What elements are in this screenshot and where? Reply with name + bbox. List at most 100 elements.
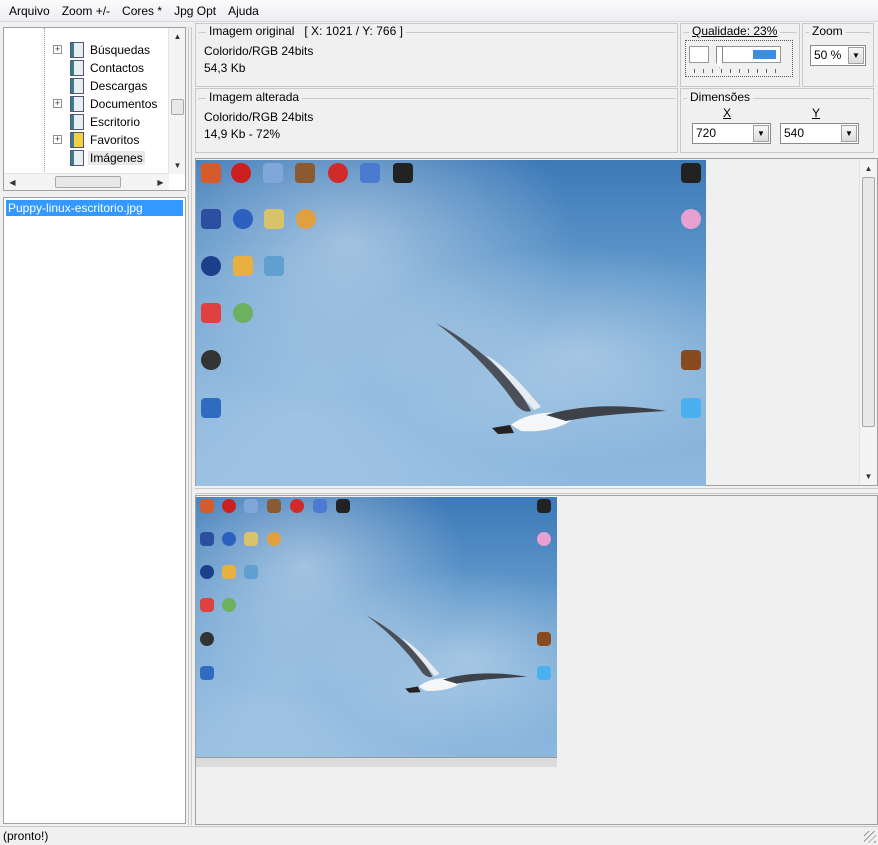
menu-ajuda[interactable]: Ajuda xyxy=(222,1,265,21)
tree-item-label: Favoritos xyxy=(90,133,140,147)
altered-image-legend: Imagem alterada xyxy=(206,90,303,104)
scroll-thumb[interactable] xyxy=(55,176,121,188)
dimension-x-select[interactable]: 720 ▼ xyxy=(692,123,771,144)
resize-grip-icon[interactable] xyxy=(864,831,876,843)
setup-icon xyxy=(328,163,348,183)
seagull-icon xyxy=(366,615,527,693)
edit-icon xyxy=(360,163,380,183)
browse-icon xyxy=(200,565,214,579)
slider-thumb[interactable] xyxy=(716,46,723,68)
package-icon xyxy=(537,632,551,646)
install-icon xyxy=(295,163,315,183)
horizontal-splitter[interactable] xyxy=(195,488,878,494)
chevron-down-icon[interactable]: ▼ xyxy=(753,125,769,142)
expand-icon[interactable]: + xyxy=(53,135,62,144)
scroll-down-icon[interactable]: ▼ xyxy=(860,468,877,485)
trash-icon xyxy=(681,398,701,418)
original-image-viewer[interactable]: ▲ ▼ xyxy=(195,158,878,486)
chevron-down-icon[interactable]: ▼ xyxy=(848,47,864,64)
folder-icon xyxy=(70,114,84,130)
folder-icon xyxy=(70,78,84,94)
menu-arquivo[interactable]: Arquivo xyxy=(3,1,56,21)
expand-icon[interactable]: + xyxy=(53,45,62,54)
tree-horizontal-scrollbar[interactable]: ◀ ▶ xyxy=(4,173,169,190)
lock-screen-icon xyxy=(537,499,551,513)
menu-cores[interactable]: Cores * xyxy=(116,1,168,21)
tree-item-busquedas[interactable]: + Búsquedas xyxy=(4,41,169,59)
original-image-group: Imagem original [ X: 1021 / Y: 766 ] Col… xyxy=(198,24,676,86)
folder-icon xyxy=(70,42,84,58)
search-icon xyxy=(222,499,236,513)
setup-icon xyxy=(290,499,304,513)
seagull-icon xyxy=(436,323,666,434)
tree-item-contactos[interactable]: Contactos xyxy=(4,59,169,77)
console-icon xyxy=(336,499,350,513)
edit-icon xyxy=(313,499,327,513)
tree-item-documentos[interactable]: + Documentos xyxy=(4,95,169,113)
dimension-x-value: 720 xyxy=(696,126,717,140)
paint-icon xyxy=(296,209,316,229)
trash-icon xyxy=(537,666,551,680)
scroll-right-icon[interactable]: ▶ xyxy=(152,174,169,190)
quality-preview-box xyxy=(689,46,709,63)
email-icon xyxy=(233,256,253,276)
email-icon xyxy=(222,565,236,579)
menu-zoom[interactable]: Zoom +/- xyxy=(56,1,116,21)
menu-jpg-opt[interactable]: Jpg Opt xyxy=(168,1,222,21)
file-list[interactable]: Puppy-linux-escritorio.jpg xyxy=(3,197,186,824)
quality-legend: Qualidade: 23% xyxy=(689,24,781,38)
play-icon xyxy=(201,350,221,370)
original-image xyxy=(196,160,706,486)
scroll-thumb[interactable] xyxy=(171,99,184,115)
save-icon xyxy=(681,209,701,229)
dimension-y-label: Y xyxy=(812,106,821,120)
tree-item-descargas[interactable]: Descargas xyxy=(4,77,169,95)
viewer-vertical-scrollbar[interactable]: ▲ ▼ xyxy=(859,160,876,485)
altered-image xyxy=(196,497,557,767)
altered-size-info: 14,9 Kb - 72% xyxy=(204,127,281,141)
tree-item-label: Contactos xyxy=(90,61,145,75)
scroll-up-icon[interactable]: ▲ xyxy=(860,160,877,177)
draw-icon xyxy=(233,209,253,229)
zoom-group: Zoom 50 % ▼ xyxy=(805,24,871,84)
menu-bar: Arquivo Zoom +/- Cores * Jpg Opt Ajuda xyxy=(0,0,878,22)
tree-item-favoritos[interactable]: + Favoritos xyxy=(4,131,169,149)
desktop-taskbar xyxy=(196,757,557,767)
scroll-down-icon[interactable]: ▼ xyxy=(169,157,185,174)
altered-image-viewer[interactable] xyxy=(195,495,878,825)
slider-track xyxy=(719,46,781,63)
tree-vertical-scrollbar[interactable]: ▲ ▼ xyxy=(168,28,185,174)
home-icon xyxy=(201,163,221,183)
dimension-x-label: X xyxy=(723,106,732,120)
write-icon xyxy=(200,532,214,546)
tree-item-escritorio[interactable]: Escritorio xyxy=(4,113,169,131)
write-icon xyxy=(201,209,221,229)
scroll-thumb[interactable] xyxy=(862,177,875,427)
zoom-select[interactable]: 50 % ▼ xyxy=(810,45,866,66)
tree-item-imagenes[interactable]: Imágenes xyxy=(4,149,169,167)
quality-slider[interactable] xyxy=(685,40,793,77)
play-icon xyxy=(200,632,214,646)
altered-image-group: Imagem alterada Colorido/RGB 24bits 14,9… xyxy=(198,90,676,152)
chat-icon xyxy=(222,598,236,612)
connect-icon xyxy=(264,256,284,276)
calc-icon xyxy=(264,209,284,229)
dimension-y-select[interactable]: 540 ▼ xyxy=(780,123,859,144)
expand-icon[interactable]: + xyxy=(53,99,62,108)
draw-icon xyxy=(222,532,236,546)
folder-tree[interactable]: + Búsquedas Contactos Descargas + Docume… xyxy=(3,27,186,191)
install-icon xyxy=(267,499,281,513)
console-icon xyxy=(393,163,413,183)
save-icon xyxy=(537,532,551,546)
scroll-up-icon[interactable]: ▲ xyxy=(169,28,185,45)
scroll-left-icon[interactable]: ◀ xyxy=(4,174,21,190)
package-icon xyxy=(681,350,701,370)
vertical-splitter[interactable] xyxy=(188,27,192,825)
file-list-item[interactable]: Puppy-linux-escritorio.jpg xyxy=(6,200,183,216)
slider-ticks xyxy=(694,69,784,73)
chevron-down-icon[interactable]: ▼ xyxy=(841,125,857,142)
original-size-info: 54,3 Kb xyxy=(204,61,246,75)
help-icon xyxy=(201,398,221,418)
browse-icon xyxy=(201,256,221,276)
quality-group: Qualidade: 23% xyxy=(683,24,797,84)
